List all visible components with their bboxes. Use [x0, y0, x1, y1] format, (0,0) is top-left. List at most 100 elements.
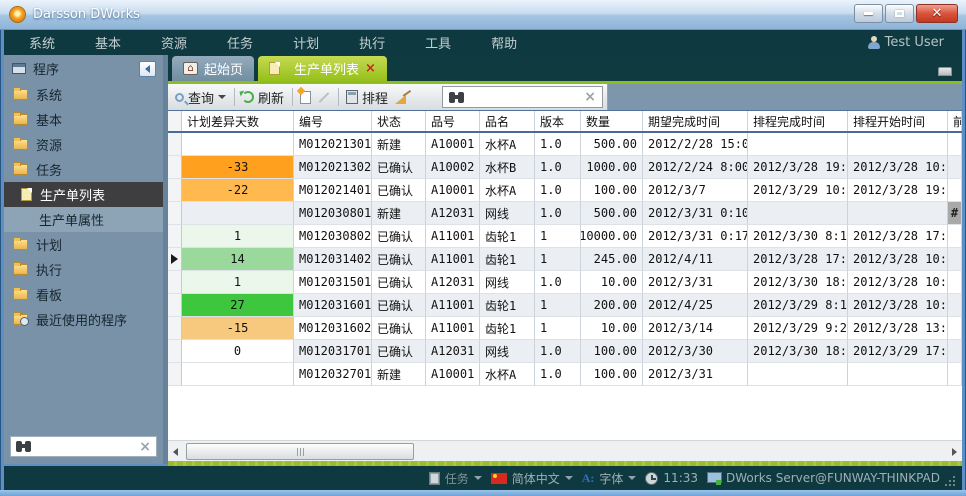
close-button[interactable]: ✕ — [916, 4, 958, 23]
column-header-品名[interactable]: 品名 — [480, 111, 535, 131]
sidebar-collapse-button[interactable] — [139, 61, 156, 77]
query-button[interactable]: 查询 — [175, 88, 226, 107]
schedule-button[interactable]: 排程 — [346, 88, 388, 107]
cell: 齿轮1 — [480, 225, 535, 248]
cell: 2012/3/30 18:00 — [748, 340, 848, 363]
tab-生产单列表[interactable]: 生产单列表× — [258, 56, 387, 81]
scrollbar-thumb[interactable] — [186, 443, 414, 460]
table-row[interactable]: M012032701新建A10001水杯A1.0100.002012/3/31 — [168, 363, 962, 386]
menu-item-执行[interactable]: 执行 — [359, 33, 385, 52]
column-header-版本[interactable]: 版本 — [535, 111, 581, 131]
sidebar-item-系统[interactable]: 系统 — [4, 82, 163, 107]
query-dropdown-icon[interactable] — [218, 95, 226, 99]
window-bottom-border — [0, 490, 966, 496]
edit-button[interactable] — [318, 91, 330, 104]
cell: -15 — [182, 317, 294, 340]
toolbar-search-input[interactable] — [468, 89, 584, 105]
menu-item-资源[interactable]: 资源 — [161, 33, 187, 52]
column-header-排程开始时间[interactable]: 排程开始时间 — [848, 111, 948, 131]
table-row[interactable]: 27M012031601已确认A11001齿轮11200.002012/4/25… — [168, 294, 962, 317]
cell — [748, 202, 848, 225]
column-header-排程完成时间[interactable]: 排程完成时间 — [748, 111, 848, 131]
table-row[interactable]: 0M012031701已确认A12031网线1.0100.002012/3/30… — [168, 340, 962, 363]
toolbar-buttons: 查询 刷新 排程 × — [168, 84, 608, 110]
window-list-icon[interactable] — [938, 67, 952, 76]
horizontal-scrollbar[interactable] — [168, 440, 962, 461]
tab-close-icon[interactable]: × — [365, 62, 376, 75]
table-row[interactable]: -33M012021302已确认A10002水杯B1.01000.002012/… — [168, 156, 962, 179]
sidebar-search-input[interactable] — [35, 439, 139, 455]
column-header-编号[interactable]: 编号 — [294, 111, 372, 131]
table-row[interactable]: 1M012030802已确认A11001齿轮1110000.002012/3/3… — [168, 225, 962, 248]
menu-item-系统[interactable]: 系统 — [29, 33, 55, 52]
scroll-right-button[interactable] — [947, 441, 962, 462]
resize-grip[interactable] — [946, 476, 955, 485]
toolbar-separator — [292, 88, 293, 106]
column-header-期望完成时间[interactable]: 期望完成时间 — [643, 111, 748, 131]
minimize-button[interactable] — [854, 4, 883, 23]
column-header-数量[interactable]: 数量 — [581, 111, 643, 131]
column-header-状态[interactable]: 状态 — [372, 111, 426, 131]
table-row[interactable]: -15M012031602已确认A11001齿轮1110.002012/3/14… — [168, 317, 962, 340]
maximize-button[interactable] — [885, 4, 914, 23]
folder-icon — [13, 314, 28, 325]
row-selector-cell — [168, 363, 182, 386]
table-row[interactable]: 14M012031402已确认A11001齿轮11245.002012/4/11… — [168, 248, 962, 271]
cell: 2012/3/29 8:15 — [748, 294, 848, 317]
menu-item-帮助[interactable]: 帮助 — [491, 33, 517, 52]
table-row[interactable]: M012021301新建A10001水杯A1.0500.002012/2/28 … — [168, 133, 962, 156]
menu-item-任务[interactable]: 任务 — [227, 33, 253, 52]
sidebar-item-执行[interactable]: 执行 — [4, 257, 163, 282]
font-menu[interactable]: A: 字体 — [582, 470, 637, 487]
new-button[interactable] — [300, 91, 311, 104]
cell: A10002 — [426, 156, 480, 179]
clear-schedule-button[interactable] — [395, 90, 410, 104]
menu-item-基本[interactable]: 基本 — [95, 33, 121, 52]
title-bar[interactable]: Darsson DWorks ✕ — [0, 0, 966, 30]
cell: 网线 — [480, 271, 535, 294]
menu-item-工具[interactable]: 工具 — [425, 33, 451, 52]
cell: 2012/3/28 17:13 — [748, 248, 848, 271]
refresh-button[interactable]: 刷新 — [242, 88, 284, 107]
table-row[interactable]: -22M012021401已确认A10001水杯A1.0100.002012/3… — [168, 179, 962, 202]
toolbar-search-clear-icon[interactable]: × — [584, 90, 596, 104]
column-header-计划差异天数[interactable]: 计划差异天数 — [182, 111, 294, 131]
row-selector-cell — [168, 317, 182, 340]
user-name: Test User — [885, 35, 944, 50]
cell — [848, 202, 948, 225]
cell: 2012/2/24 8:00 — [643, 156, 748, 179]
sidebar-item-基本[interactable]: 基本 — [4, 107, 163, 132]
query-label: 查询 — [188, 88, 214, 107]
cell: M012031601 — [294, 294, 372, 317]
row-selector-cell — [168, 179, 182, 202]
window-title: Darsson DWorks — [33, 7, 140, 22]
sidebar-item-计划[interactable]: 计划 — [4, 232, 163, 257]
current-user[interactable]: Test User — [868, 35, 944, 50]
column-header-品号[interactable]: 品号 — [426, 111, 480, 131]
sidebar-search-clear-icon[interactable]: × — [139, 440, 151, 454]
column-header-selector — [168, 111, 182, 131]
sidebar-item-任务[interactable]: 任务 — [4, 157, 163, 182]
language-menu[interactable]: 简体中文 — [491, 470, 573, 487]
toolbar-separator — [234, 88, 235, 106]
menu-item-计划[interactable]: 计划 — [293, 33, 319, 52]
production-order-table: 计划差异天数编号状态品号品名版本数量期望完成时间排程完成时间排程开始时间前M01… — [168, 110, 962, 440]
sidebar-item-label: 执行 — [36, 260, 62, 279]
sidebar-item-资源[interactable]: 资源 — [4, 132, 163, 157]
sidebar-item-生产单属性[interactable]: 生产单属性 — [4, 207, 163, 232]
scroll-left-button[interactable] — [168, 441, 183, 462]
tab-起始页[interactable]: ⌂起始页 — [172, 56, 254, 81]
column-header-前[interactable]: 前 — [948, 111, 962, 131]
table-row[interactable]: 1M012031501已确认A12031网线1.010.002012/3/312… — [168, 271, 962, 294]
sidebar-item-最近使用的程序[interactable]: 最近使用的程序 — [4, 307, 163, 332]
cell: A11001 — [426, 294, 480, 317]
cell: 新建 — [372, 202, 426, 225]
row-selector-cell — [168, 294, 182, 317]
sidebar-item-看板[interactable]: 看板 — [4, 282, 163, 307]
task-menu[interactable]: 任务 — [429, 470, 482, 487]
sidebar-item-生产单列表[interactable]: 生产单列表 — [4, 182, 163, 207]
table-row[interactable]: M012030801新建A12031网线1.0500.002012/3/31 0… — [168, 202, 962, 225]
cell: 1.0 — [535, 363, 581, 386]
toolbar-search-box: × — [442, 86, 603, 108]
cell: 100.00 — [581, 179, 643, 202]
